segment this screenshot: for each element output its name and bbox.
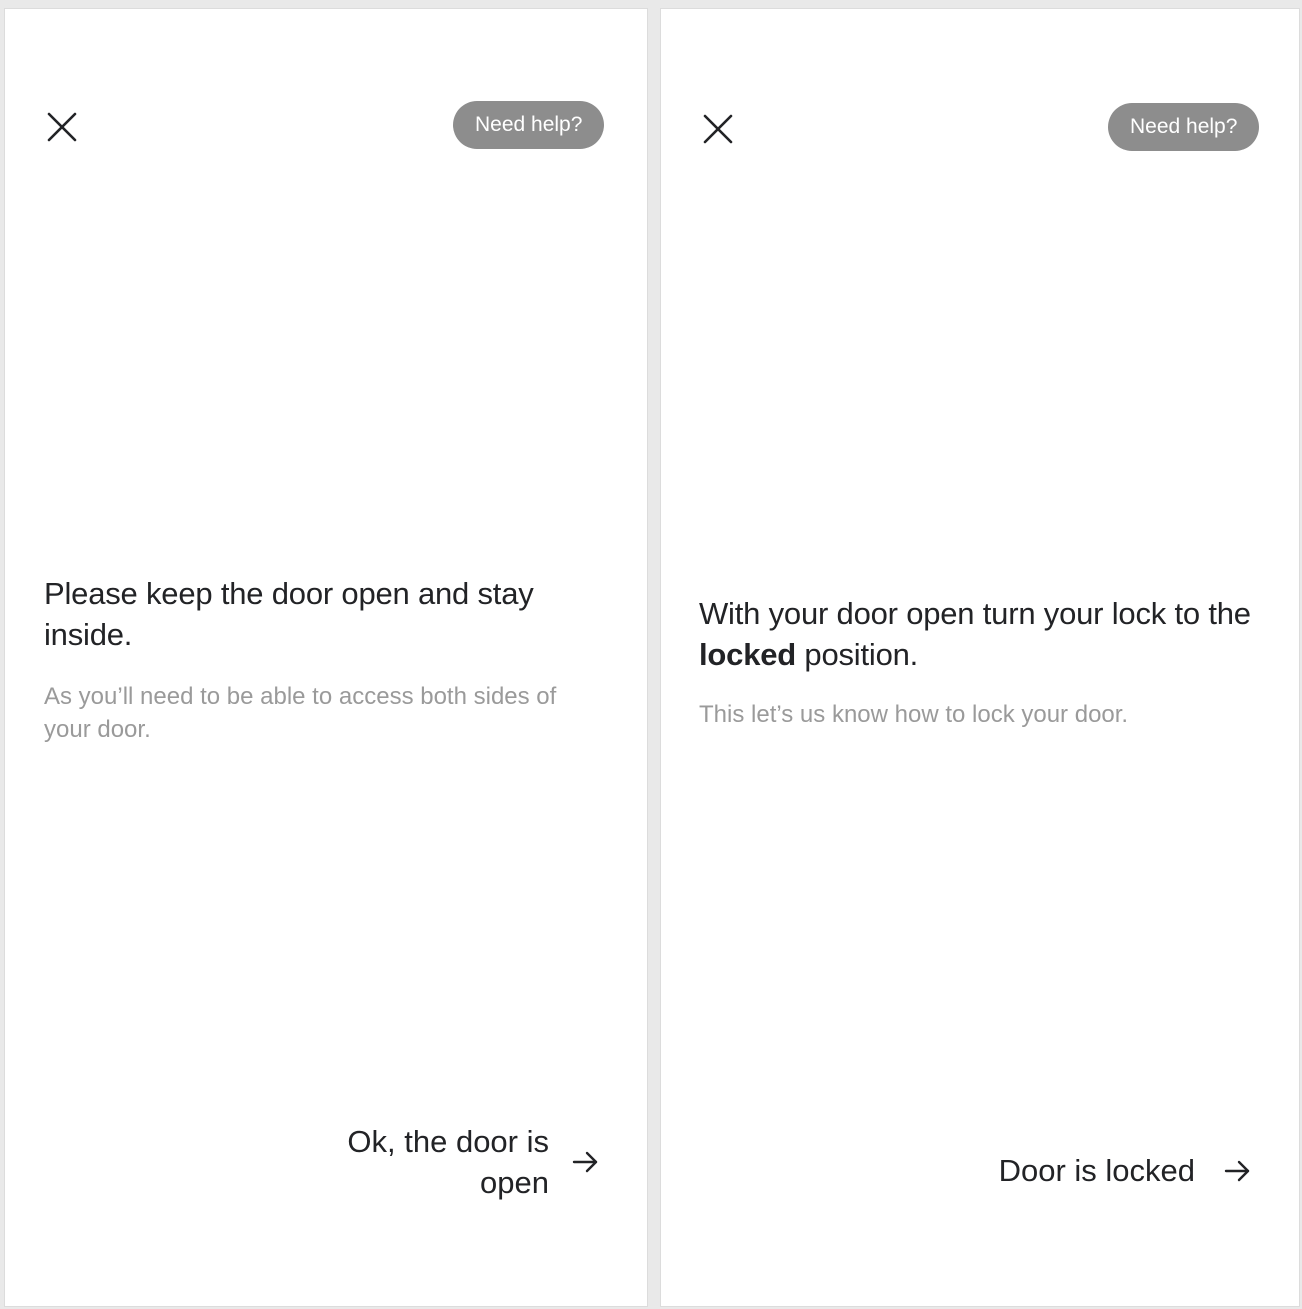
close-button[interactable]: [45, 110, 79, 144]
need-help-button[interactable]: Need help?: [453, 101, 605, 149]
need-help-button[interactable]: Need help?: [1108, 103, 1260, 151]
comparison-canvas: Need help? Please keep the door open and…: [0, 0, 1302, 1309]
title-text-start: With your door open turn your lock to th…: [699, 596, 1251, 631]
close-icon: [703, 114, 733, 144]
close-icon: [47, 112, 77, 142]
confirm-label: Door is locked: [998, 1153, 1195, 1188]
door-open-screen: Need help? Please keep the door open and…: [4, 8, 648, 1307]
door-locked-confirm-button[interactable]: Door is locked: [999, 1150, 1253, 1191]
close-button[interactable]: [701, 112, 735, 146]
confirm-label-line1: Ok, the door is: [347, 1124, 549, 1159]
arrow-right-icon: [572, 1151, 598, 1173]
confirm-label-line2: open: [480, 1165, 549, 1200]
title-text-end: position.: [796, 637, 919, 672]
page-description: As you’ll need to be able to access both…: [44, 683, 557, 743]
page-title: With your door open turn your lock to th…: [699, 593, 1269, 675]
door-open-confirm-button[interactable]: Ok, the door is open: [347, 1121, 601, 1203]
page-description: This let’s us know how to lock your door…: [699, 701, 1129, 728]
arrow-right-icon: [1224, 1160, 1250, 1181]
confirm-label: Ok, the door is open: [347, 1121, 549, 1203]
page-title: Please keep the door open and stay insid…: [44, 576, 534, 652]
title-emphasis: locked: [699, 637, 797, 672]
lock-door-screen: Need help? With your door open turn your…: [660, 8, 1300, 1307]
